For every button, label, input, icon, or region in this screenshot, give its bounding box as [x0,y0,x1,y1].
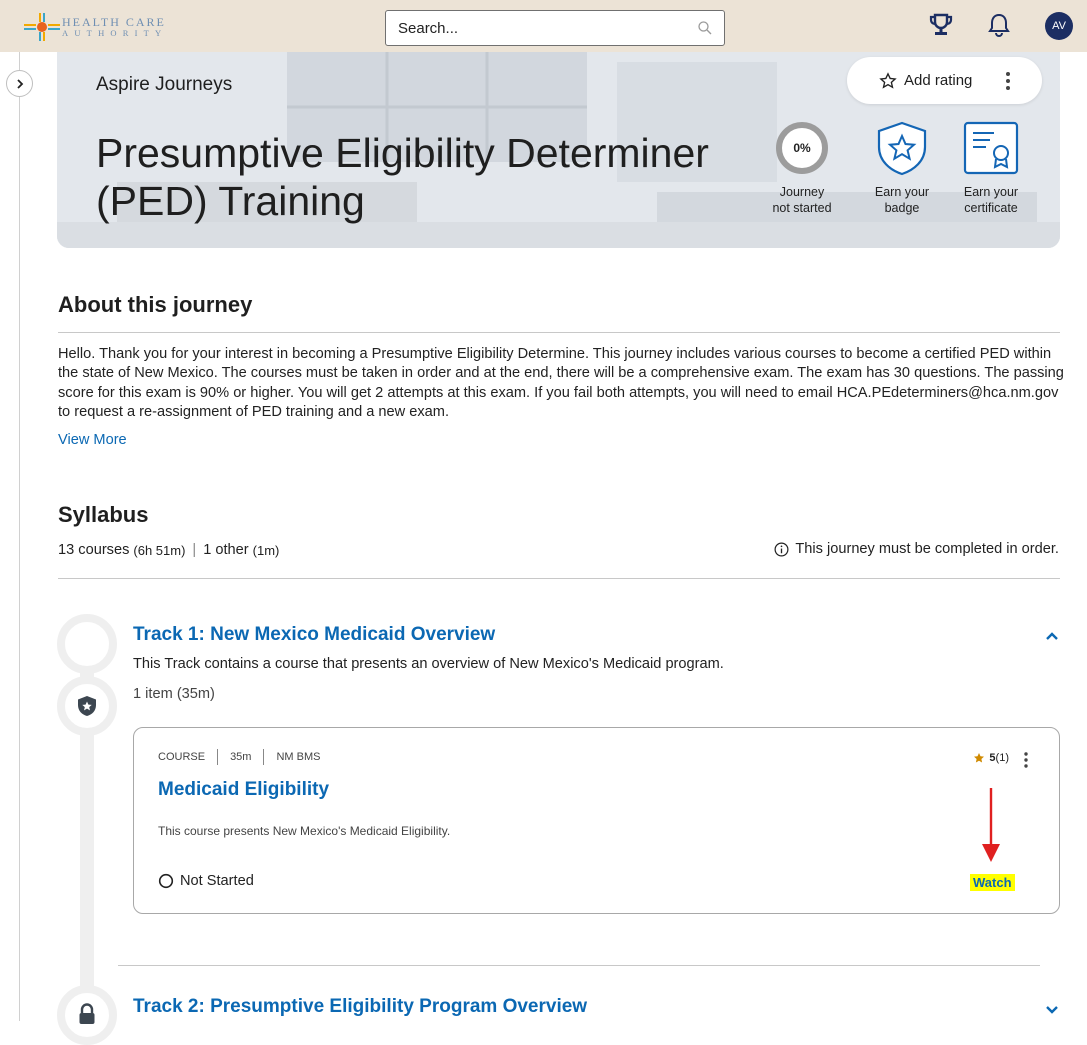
meta-divider [217,749,219,765]
track-1-duration: (35m) [176,686,215,702]
badge-shield-icon [877,121,927,176]
page-title: Presumptive Eligibility Determiner (PED)… [96,130,709,224]
rating-count: (1) [995,752,1009,764]
info-icon [774,542,789,556]
track-1-status-circle [57,614,117,674]
search-input[interactable] [398,19,698,37]
more-options-icon[interactable] [1000,70,1016,92]
chevron-down-icon[interactable] [1042,1000,1062,1020]
certificate-icon [963,121,1019,175]
other-duration: (1m) [252,542,280,558]
star-filled-icon [974,753,985,763]
course-rating: 5 (1) [973,752,1009,764]
left-side-rail [0,52,20,1021]
track-1-items: 1 item [133,686,173,702]
status-circle-icon [158,873,174,889]
course-title[interactable]: Medicaid Eligibility [158,779,329,801]
health-care-authority-logo[interactable]: HEALTH CARE AUTHORITY [24,13,167,41]
journey-progress: 0% Journey not started [772,120,832,216]
course-more-options-icon[interactable] [1021,751,1031,769]
track-1-description: This Track contains a course that presen… [133,656,724,672]
logo-line-2: AUTHORITY [62,28,168,39]
track-1-item-summary: 1 item (35m) [133,686,215,702]
search-box[interactable] [385,10,725,46]
course-meta: COURSE 35m NM BMS [158,749,320,765]
user-avatar[interactable]: AV [1045,12,1073,40]
completion-order-note: This journey must be completed in order. [774,541,1059,557]
course-status: Not Started [158,873,254,889]
shield-star-icon [78,696,96,716]
course-provider: NM BMS [276,751,321,763]
add-rating-label: Add rating [904,72,973,89]
progress-label: Journey not started [772,185,832,215]
progress-ring: 0% [774,120,830,176]
other-count: 1 other [203,542,249,558]
lock-icon [79,1003,95,1024]
order-note-text: This journey must be completed in order. [795,541,1059,557]
courses-count: 13 courses [58,542,130,558]
expand-sidebar-button[interactable] [6,70,33,97]
syllabus-summary: 13 courses (6h 51m) | 1 other (1m) [58,542,279,558]
separator: | [192,542,197,558]
course-duration: 35m [230,751,252,763]
course-card[interactable]: COURSE 35m NM BMS Medicaid Eligibility T… [133,727,1060,914]
annotation-arrow-icon [982,788,1000,862]
track-1-title[interactable]: Track 1: New Mexico Medicaid Overview [133,624,495,646]
courses-duration: (6h 51m) [133,542,186,558]
progress-percent: 0% [793,141,811,155]
zia-sun-logo-icon [24,13,60,41]
top-navigation-bar: HEALTH CARE AUTHORITY AV [0,0,1087,52]
course-description: This course presents New Mexico's Medica… [158,824,451,838]
track-2-lock-marker [57,985,117,1045]
track-2-title[interactable]: Track 2: Presumptive Eligibility Program… [133,996,587,1018]
about-heading: About this journey [58,292,253,317]
star-outline-icon [879,71,897,89]
logo-line-1: HEALTH CARE [62,15,166,30]
view-more-link[interactable]: View More [58,432,127,448]
trophy-icon[interactable] [928,12,954,38]
course-type: COURSE [158,751,206,763]
course-status-text: Not Started [180,873,254,889]
about-description: Hello. Thank you for your interest in be… [58,346,1064,420]
certificate-label: Earn your certificate [963,185,1019,215]
divider [58,578,1060,579]
chevron-right-icon [16,78,23,89]
search-icon[interactable] [698,21,712,35]
divider [58,332,1060,333]
track-1-badge-marker [57,676,117,736]
syllabus-heading: Syllabus [58,502,149,527]
badge-label: Earn your badge [874,185,930,215]
certificate-goal[interactable]: Earn your certificate [953,120,1029,216]
meta-divider [263,749,265,765]
chevron-up-icon[interactable] [1042,626,1062,646]
badge-goal[interactable]: Earn your badge [864,120,940,216]
watch-button[interactable]: Watch [970,874,1015,891]
divider [118,965,1040,966]
bell-icon[interactable] [987,12,1011,38]
breadcrumb[interactable]: Aspire Journeys [96,74,232,96]
